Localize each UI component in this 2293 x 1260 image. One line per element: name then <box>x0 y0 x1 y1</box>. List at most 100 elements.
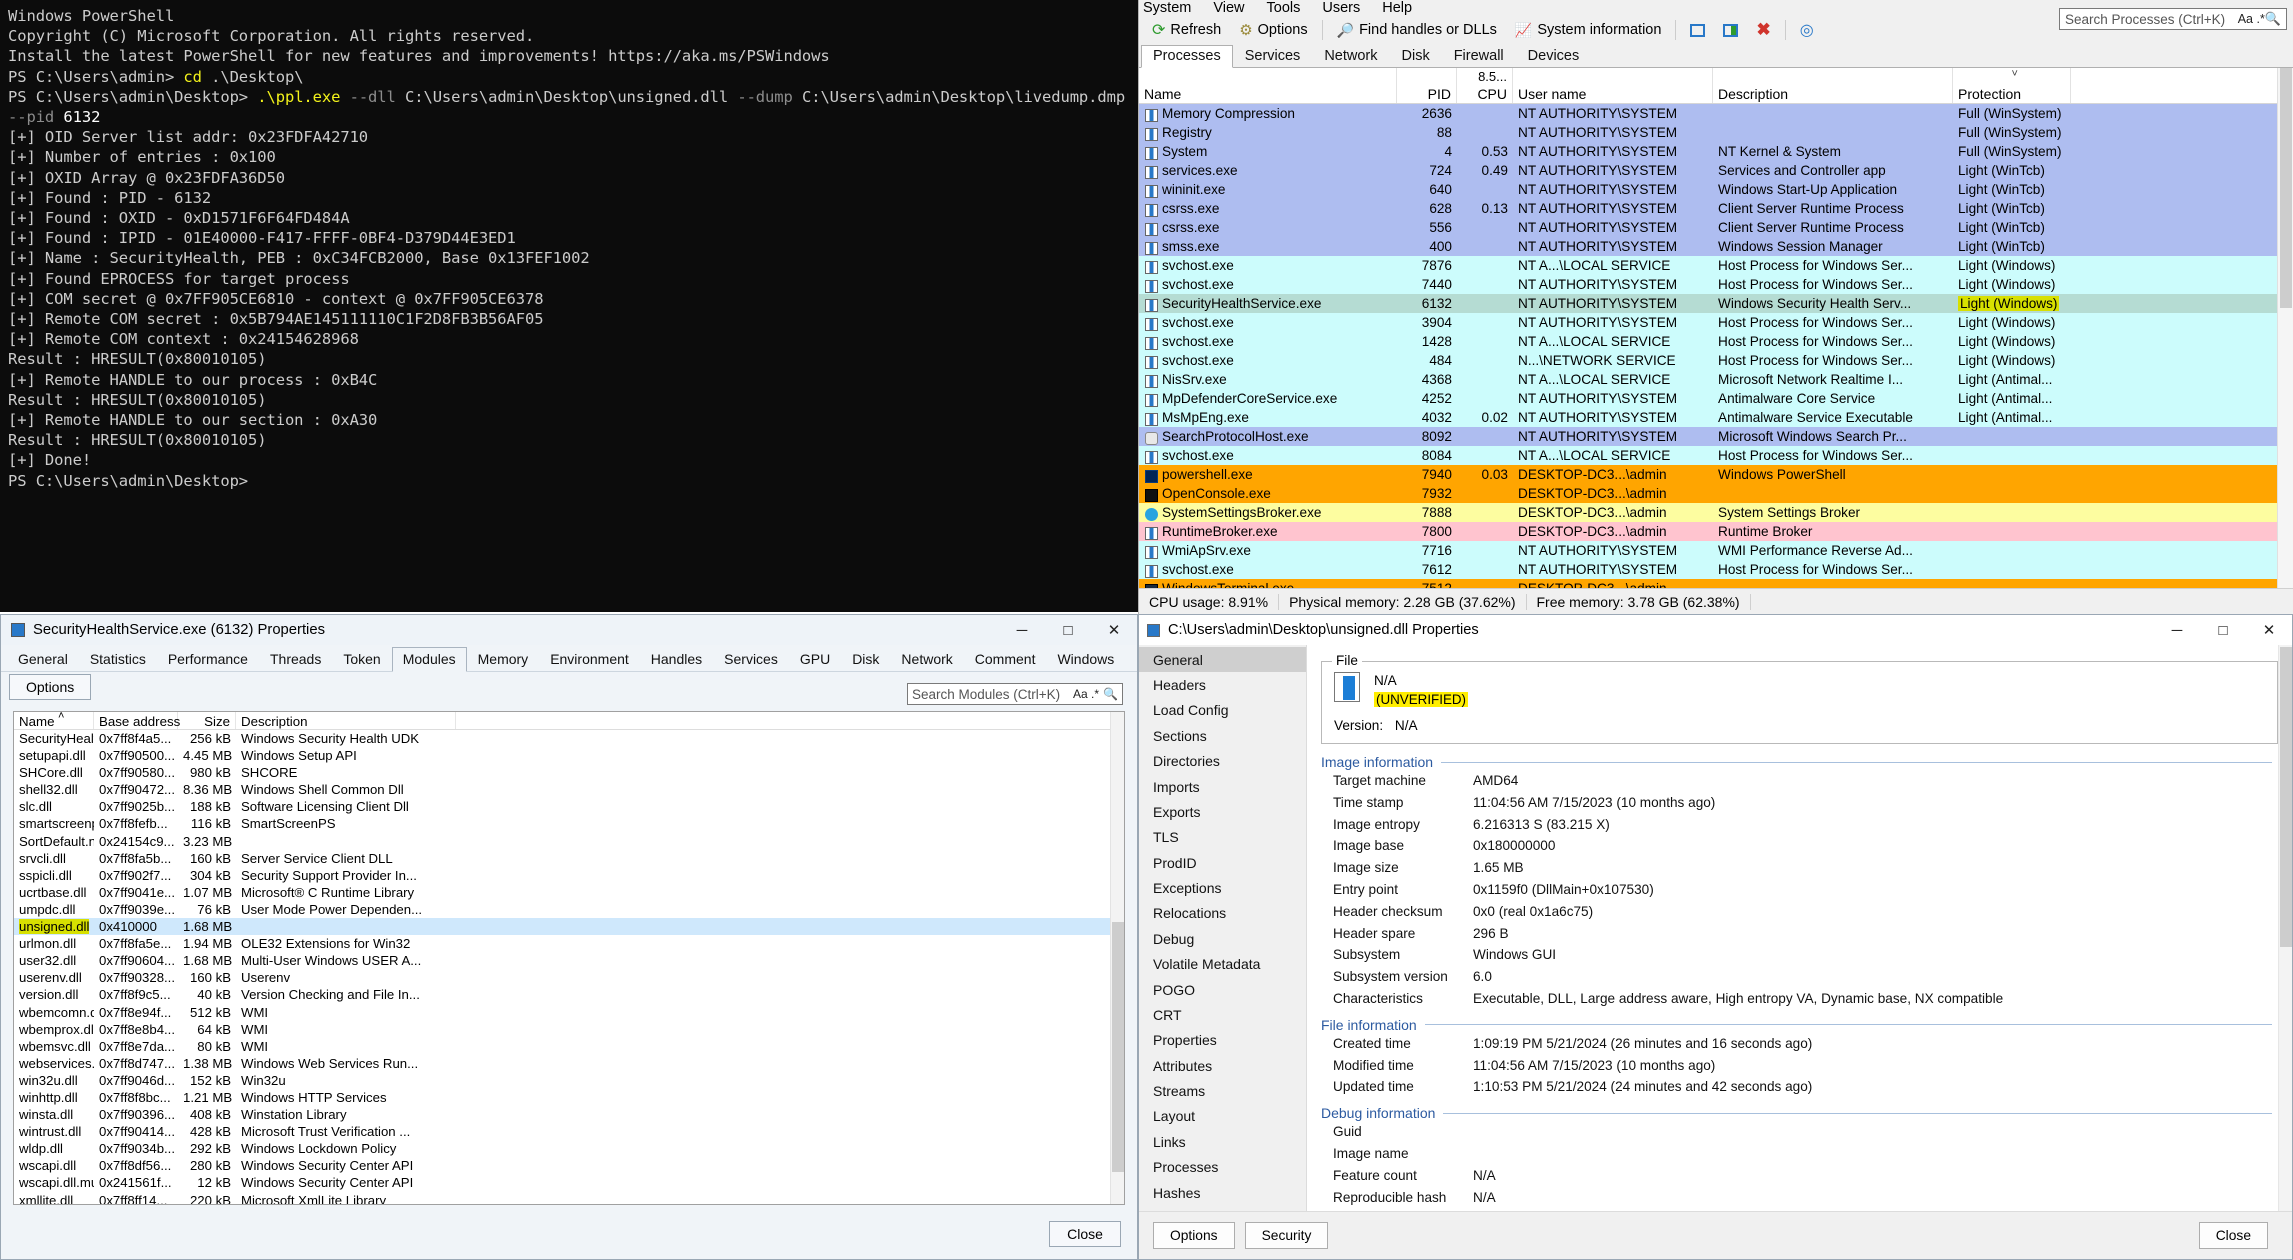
target-window-button[interactable] <box>1681 22 1714 39</box>
modules-table[interactable]: Name ˄ Base address Size Description Sec… <box>13 711 1125 1205</box>
dll-window-buttons[interactable]: ─ □ ✕ <box>2154 615 2292 645</box>
dll-nav-properties[interactable]: Properties <box>1139 1028 1306 1053</box>
module-column-size[interactable]: Size <box>178 712 236 729</box>
dll-nav-imports[interactable]: Imports <box>1139 774 1306 799</box>
process-row[interactable]: svchost.exe1428NT A...\LOCAL SERVICEHost… <box>1139 332 2293 351</box>
shs-close-button[interactable]: Close <box>1049 1221 1121 1247</box>
menu-help[interactable]: Help <box>1382 1 1412 15</box>
dll-title-bar[interactable]: C:\Users\admin\Desktop\unsigned.dll Prop… <box>1139 615 2292 645</box>
process-name-cell[interactable]: MpDefenderCoreService.exe <box>1139 389 1397 408</box>
shs-tab-modules[interactable]: Modules <box>392 647 467 672</box>
process-name-cell[interactable]: Registry <box>1139 123 1397 142</box>
module-row[interactable]: userenv.dll0x7ff90328...160 kBUserenv <box>14 969 1124 986</box>
dll-nav-headers[interactable]: Headers <box>1139 672 1306 697</box>
dll-nav-hashes[interactable]: Hashes <box>1139 1180 1306 1205</box>
dll-options-button[interactable]: Options <box>1153 1222 1235 1249</box>
scrollbar-thumb[interactable] <box>2280 647 2292 947</box>
process-row[interactable]: svchost.exe7612NT AUTHORITY\SYSTEMHost P… <box>1139 560 2293 579</box>
dll-nav-pogo[interactable]: POGO <box>1139 977 1306 1002</box>
dll-nav-exports[interactable]: Exports <box>1139 799 1306 824</box>
module-column-name[interactable]: Name ˄ <box>14 712 94 729</box>
process-name-cell[interactable]: smss.exe <box>1139 237 1397 256</box>
module-row[interactable]: wintrust.dll0x7ff90414...428 kBMicrosoft… <box>14 1123 1124 1140</box>
process-row[interactable]: SystemSettingsBroker.exe7888DESKTOP-DC3.… <box>1139 503 2293 522</box>
module-row[interactable]: slc.dll0x7ff9025b...188 kBSoftware Licen… <box>14 798 1124 815</box>
module-row[interactable]: xmllite.dll0x7ff8ff14...220 kBMicrosoft … <box>14 1192 1124 1205</box>
process-row[interactable]: powershell.exe79400.03DESKTOP-DC3...\adm… <box>1139 465 2293 484</box>
column-protection[interactable]: ˅ Protection <box>1953 68 2071 103</box>
shs-tab-disk[interactable]: Disk <box>841 647 890 671</box>
process-name-cell[interactable]: RuntimeBroker.exe <box>1139 522 1397 541</box>
dll-nav-processes[interactable]: Processes <box>1139 1155 1306 1180</box>
module-column-base[interactable]: Base address <box>94 712 178 729</box>
tab-network[interactable]: Network <box>1312 45 1389 67</box>
module-row[interactable]: sspicli.dll0x7ff902f7...304 kBSecurity S… <box>14 867 1124 884</box>
info-group-header[interactable]: Debug information⌃ <box>1321 1105 2288 1121</box>
dll-panel-scrollbar[interactable] <box>2278 645 2292 1211</box>
modules-options-button[interactable]: Options <box>9 674 91 700</box>
target-crosshair-button[interactable]: ◎ <box>1791 18 1823 42</box>
refresh-button[interactable]: ⟳ Refresh <box>1143 18 1230 42</box>
dll-nav-directories[interactable]: Directories <box>1139 749 1306 774</box>
close-button[interactable]: ✕ <box>1091 615 1137 645</box>
module-row[interactable]: ucrtbase.dll0x7ff9041e...1.07 MBMicrosof… <box>14 884 1124 901</box>
process-row[interactable]: WmiApSrv.exe7716NT AUTHORITY\SYSTEMWMI P… <box>1139 541 2293 560</box>
process-name-cell[interactable]: svchost.exe <box>1139 446 1397 465</box>
dll-nav-general[interactable]: General <box>1139 647 1306 672</box>
process-name-cell[interactable]: svchost.exe <box>1139 275 1397 294</box>
process-hacker-window[interactable]: SystemViewToolsUsersHelp ⟳ Refresh ⚙ Opt… <box>1138 0 2293 614</box>
process-row[interactable]: svchost.exe484N...\NETWORK SERVICEHost P… <box>1139 351 2293 370</box>
process-name-cell[interactable]: Memory Compression <box>1139 104 1397 123</box>
process-table-header[interactable]: Name PID 8.5... CPU User name Descriptio… <box>1139 68 2293 104</box>
process-name-cell[interactable]: svchost.exe <box>1139 256 1397 275</box>
search-options-icon[interactable]: Aa .* <box>1073 687 1099 701</box>
process-name-cell[interactable]: csrss.exe <box>1139 199 1397 218</box>
process-row[interactable]: wininit.exe640NT AUTHORITY\SYSTEMWindows… <box>1139 180 2293 199</box>
module-row[interactable]: umpdc.dll0x7ff9039e...76 kBUser Mode Pow… <box>14 901 1124 918</box>
module-row[interactable]: webservices.dll0x7ff8d747...1.38 MBWindo… <box>14 1055 1124 1072</box>
process-table-scrollbar[interactable] <box>2277 68 2293 588</box>
search-options-icon[interactable]: Aa .* <box>2238 12 2265 26</box>
module-row[interactable]: wbemsvc.dll0x7ff8e7da...80 kBWMI <box>14 1038 1124 1055</box>
dll-nav-prodid[interactable]: ProdID <box>1139 850 1306 875</box>
process-name-cell[interactable]: svchost.exe <box>1139 332 1397 351</box>
dll-nav-load-config[interactable]: Load Config <box>1139 698 1306 723</box>
menu-view[interactable]: View <box>1213 1 1244 15</box>
unsigned-dll-properties-window[interactable]: C:\Users\admin\Desktop\unsigned.dll Prop… <box>1138 614 2293 1260</box>
process-row[interactable]: svchost.exe8084NT A...\LOCAL SERVICEHost… <box>1139 446 2293 465</box>
module-row[interactable]: win32u.dll0x7ff9046d...152 kBWin32u <box>14 1072 1124 1089</box>
process-name-cell[interactable]: powershell.exe <box>1139 465 1397 484</box>
process-row[interactable]: smss.exe400NT AUTHORITY\SYSTEMWindows Se… <box>1139 237 2293 256</box>
column-description[interactable]: Description <box>1713 68 1953 103</box>
menu-system[interactable]: System <box>1143 1 1191 15</box>
module-row[interactable]: SecurityHealth...0x7ff8f4a5...256 kBWind… <box>14 730 1124 747</box>
export-button[interactable] <box>1714 22 1747 39</box>
search-icon[interactable]: 🔍 <box>2265 11 2281 27</box>
menu-users[interactable]: Users <box>1322 1 1360 15</box>
shs-tab-memory[interactable]: Memory <box>467 647 540 671</box>
dll-nav-list[interactable]: GeneralHeadersLoad ConfigSectionsDirecto… <box>1139 645 1307 1211</box>
dll-nav-streams[interactable]: Streams <box>1139 1078 1306 1103</box>
modules-scrollbar[interactable] <box>1110 712 1124 1204</box>
process-row[interactable]: WindowsTerminal.exe7512DESKTOP-DC3...\ad… <box>1139 579 2293 588</box>
process-row[interactable]: Memory Compression2636NT AUTHORITY\SYSTE… <box>1139 104 2293 123</box>
process-row[interactable]: services.exe7240.49NT AUTHORITY\SYSTEMSe… <box>1139 161 2293 180</box>
module-row[interactable]: unsigned.dll0x4100001.68 MB <box>14 918 1124 935</box>
module-row[interactable]: wbemprox.dll0x7ff8e8b4...64 kBWMI <box>14 1021 1124 1038</box>
tab-processes[interactable]: Processes <box>1141 45 1233 68</box>
info-group-header[interactable]: File information⌃ <box>1321 1017 2288 1033</box>
tab-disk[interactable]: Disk <box>1390 45 1442 67</box>
dll-nav-layout[interactable]: Layout <box>1139 1104 1306 1129</box>
search-modules-input[interactable]: Search Modules (Ctrl+K) Aa .* 🔍 <box>907 683 1123 705</box>
shs-tab-windows[interactable]: Windows <box>1046 647 1125 671</box>
column-pid[interactable]: PID <box>1397 68 1457 103</box>
process-row[interactable]: RuntimeBroker.exe7800DESKTOP-DC3...\admi… <box>1139 522 2293 541</box>
process-name-cell[interactable]: WindowsTerminal.exe <box>1139 579 1397 588</box>
terminate-button[interactable]: ✖ <box>1747 18 1779 42</box>
process-name-cell[interactable]: System <box>1139 142 1397 161</box>
column-cpu[interactable]: 8.5... CPU <box>1457 68 1513 103</box>
process-row[interactable]: Registry88NT AUTHORITY\SYSTEMFull (WinSy… <box>1139 123 2293 142</box>
securityhealthservice-properties-window[interactable]: SecurityHealthService.exe (6132) Propert… <box>0 614 1138 1260</box>
shs-tab-threads[interactable]: Threads <box>259 647 332 671</box>
process-row[interactable]: SearchProtocolHost.exe8092NT AUTHORITY\S… <box>1139 427 2293 446</box>
